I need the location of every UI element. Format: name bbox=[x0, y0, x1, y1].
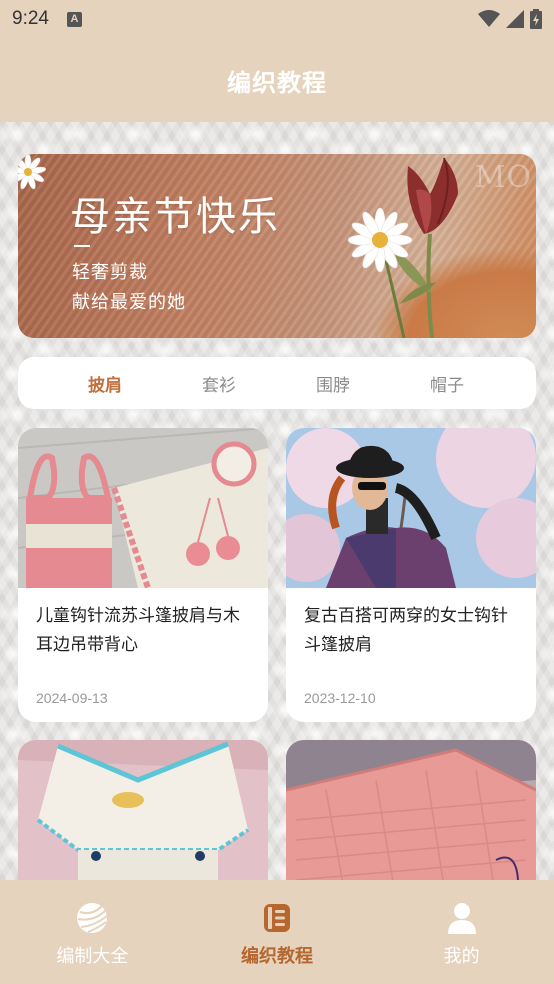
corner-daisy-decoration bbox=[18, 154, 46, 190]
category-tabs: 披肩 套衫 围脖 帽子 bbox=[18, 357, 536, 409]
nav-label: 编制大全 bbox=[56, 946, 129, 967]
nav-item-profile[interactable]: 我的 bbox=[369, 880, 554, 968]
banner-subtitle-2: 献给最爱的她 bbox=[72, 292, 186, 313]
page-title: 编织教程 bbox=[227, 68, 327, 97]
card-thumbnail bbox=[286, 740, 536, 880]
battery-charging-icon bbox=[530, 9, 542, 29]
tab-shawl[interactable]: 披肩 bbox=[48, 371, 162, 396]
status-icons bbox=[478, 9, 542, 29]
nav-item-knitting-tutorials[interactable]: 编织教程 bbox=[185, 880, 370, 968]
yarn-ball-icon bbox=[77, 903, 108, 933]
bottom-nav: 编制大全 编织教程 我的 bbox=[0, 880, 554, 984]
signal-icon bbox=[506, 10, 524, 28]
nav-label: 编织教程 bbox=[241, 946, 313, 967]
status-time: 9:24 bbox=[12, 8, 49, 29]
flowers-illustration bbox=[347, 157, 458, 338]
card-date: 2023-12-10 bbox=[304, 690, 376, 706]
nav-item-knitting-collection[interactable]: 编制大全 bbox=[0, 880, 185, 968]
wifi-icon bbox=[478, 10, 500, 27]
banner-subtitle-1: 轻奢剪裁 bbox=[72, 262, 148, 283]
promo-banner[interactable]: MO 母亲节快乐 轻奢剪裁 献给最爱的她 bbox=[18, 154, 536, 338]
content-area[interactable]: MO 母亲节快乐 轻奢剪裁 献给最爱的她 披肩 套衫 围脖 帽子 儿童钩针流苏斗… bbox=[0, 122, 554, 880]
tab-scarf[interactable]: 围脖 bbox=[276, 371, 390, 396]
card-thumbnail bbox=[18, 740, 268, 880]
card-title: 儿童钩针流苏斗篷披肩与木耳边吊带背心 bbox=[36, 606, 240, 655]
app-header: 编织教程 bbox=[0, 38, 554, 122]
nav-label: 我的 bbox=[443, 946, 480, 967]
status-bar: 9:24 A bbox=[0, 0, 554, 38]
a-notification-icon: A bbox=[66, 11, 82, 27]
banner-divider bbox=[74, 245, 90, 247]
tab-pullover[interactable]: 套衫 bbox=[162, 371, 276, 396]
card-title: 复古百搭可两穿的女士钩针斗篷披肩 bbox=[304, 606, 508, 655]
card-date: 2024-09-13 bbox=[36, 690, 108, 706]
banner-title: 母亲节快乐 bbox=[70, 194, 280, 240]
list-book-icon bbox=[264, 904, 290, 932]
user-icon bbox=[447, 903, 476, 934]
tutorial-card[interactable] bbox=[286, 740, 536, 880]
tutorial-card[interactable]: 儿童钩针流苏斗篷披肩与木耳边吊带背心 2024-09-13 bbox=[18, 428, 268, 722]
card-thumbnail bbox=[18, 428, 268, 588]
card-thumbnail bbox=[286, 428, 536, 588]
tab-hat[interactable]: 帽子 bbox=[390, 371, 504, 396]
tutorial-card[interactable]: 复古百搭可两穿的女士钩针斗篷披肩 2023-12-10 bbox=[286, 428, 536, 722]
tutorial-card[interactable] bbox=[18, 740, 268, 880]
